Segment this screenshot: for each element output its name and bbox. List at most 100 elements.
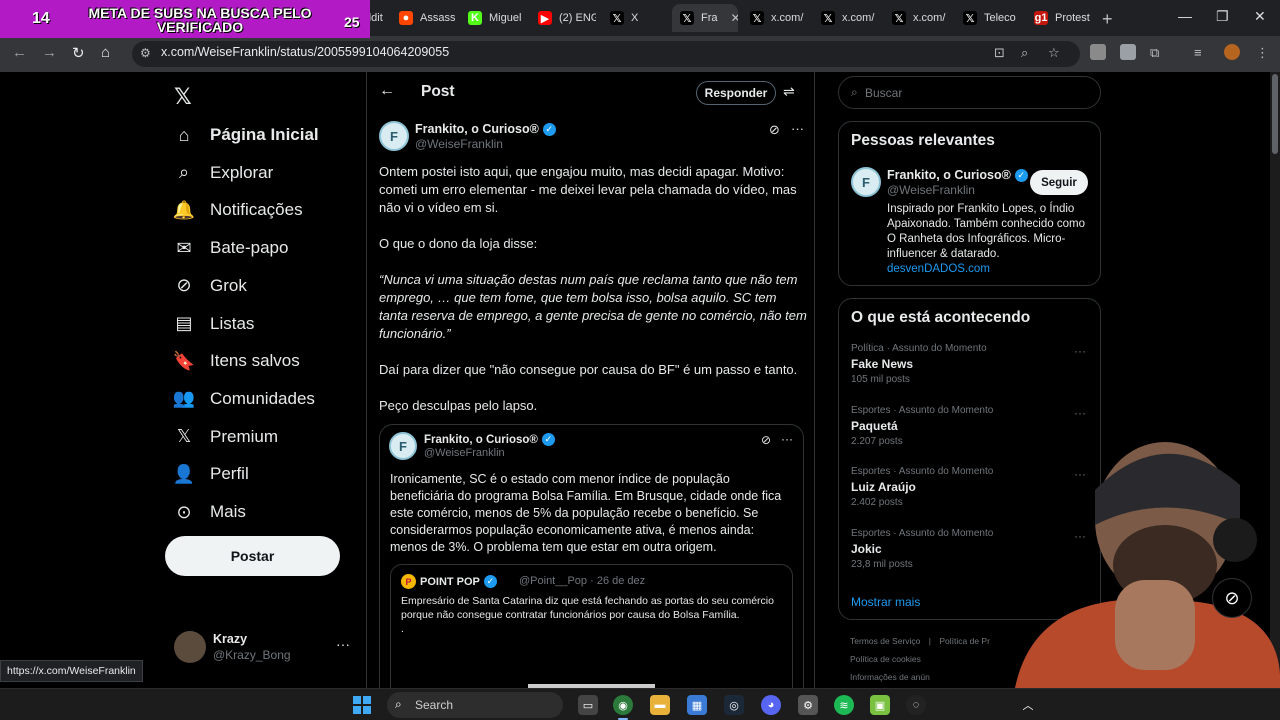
scrollbar-thumb[interactable] — [1272, 74, 1278, 154]
nav-item[interactable]: ▤ Listas — [174, 309, 254, 339]
nav-item-label: Listas — [210, 313, 255, 333]
browser-tab[interactable]: 𝕏x.com/ — [884, 4, 950, 32]
more-icon[interactable]: ··· — [1074, 406, 1086, 420]
relevant-name-text: Frankito, o Curioso® — [887, 168, 1011, 182]
grok-icon[interactable]: ⊘ — [761, 433, 771, 447]
search-icon: ⌕ — [178, 162, 190, 183]
author-name[interactable]: Frankito, o Curioso® ✓ — [415, 122, 556, 136]
tray-chevron-icon[interactable]: ︿ — [1018, 695, 1038, 715]
nav-item[interactable]: ⊙ Mais — [174, 497, 245, 527]
relevant-handle[interactable]: @WeiseFranklin — [887, 183, 975, 197]
home-icon: ⌂ — [178, 124, 190, 145]
browser-tab[interactable]: g1 Protest — [1026, 4, 1096, 32]
tune-icon[interactable]: ⇌ — [783, 83, 795, 100]
install-app-icon[interactable]: ⊡ — [994, 45, 1005, 61]
browser-tab[interactable]: K Miguel — [460, 4, 525, 32]
app-icon[interactable]: ◌ — [906, 695, 926, 715]
search-input[interactable]: ⌕ Buscar — [838, 76, 1101, 109]
verified-badge-icon: ✓ — [541, 433, 555, 446]
taskbar-search[interactable]: ⌕ Search — [387, 692, 563, 718]
more-icon[interactable]: ··· — [791, 121, 804, 136]
profile-icon: 👤 — [172, 463, 196, 484]
task-view-icon[interactable]: ▭ — [578, 695, 598, 715]
more-icon[interactable]: ··· — [781, 432, 793, 446]
home-browser-icon[interactable]: ⌂ — [101, 44, 110, 61]
follow-button[interactable]: Seguir — [1030, 170, 1088, 195]
footer-link[interactable]: Informações de anún — [850, 672, 930, 682]
tab-label: Miguel — [489, 12, 522, 24]
notepad-icon[interactable]: ▣ — [870, 695, 890, 715]
extensions-puzzle-icon[interactable]: ⧉ — [1150, 45, 1159, 61]
nav-item[interactable]: ✉ Bate-papo — [174, 233, 288, 263]
footer-link[interactable]: Política de cookies — [850, 654, 921, 664]
nav-item[interactable]: 🔔 Notificações — [173, 195, 303, 225]
extension-icon[interactable] — [1120, 44, 1136, 60]
chrome-icon[interactable]: ◉ — [613, 695, 633, 715]
forward-icon[interactable]: → — [42, 44, 57, 61]
steam-icon[interactable]: ◎ — [724, 695, 744, 715]
discord-icon[interactable]: ◕ — [761, 695, 781, 715]
x-logo-icon[interactable]: 𝕏 — [174, 84, 192, 110]
account-switcher[interactable]: Krazy @Krazy_Bong ··· — [174, 630, 354, 664]
bookmark-star-icon[interactable]: ☆ — [1048, 45, 1060, 61]
zoom-icon[interactable]: ⌕ — [1021, 45, 1028, 61]
reading-list-icon[interactable]: ≡ — [1194, 45, 1202, 60]
address-url[interactable]: x.com/WeiseFranklin/status/2005599104064… — [161, 45, 449, 59]
browser-tab[interactable]: ▶ (2) ENG — [530, 4, 596, 32]
footer-link[interactable]: Política de Pr — [939, 636, 990, 646]
spotify-icon[interactable]: ≋ — [834, 695, 854, 715]
nav-item-label: Premium — [210, 426, 279, 446]
nav-item[interactable]: 👥 Comunidades — [173, 384, 315, 414]
browser-tab[interactable]: ● Assassi — [391, 4, 455, 32]
relevant-bio-link[interactable]: desvenDADOS.com — [887, 263, 990, 275]
trend-item[interactable]: Política · Assunto do Momento Fake News 10… — [851, 343, 1091, 385]
browser-tab[interactable]: 𝕏x.com/ — [813, 4, 879, 32]
show-more-link[interactable]: Mostrar mais — [851, 595, 920, 609]
nav-item[interactable]: ⊘ Grok — [174, 271, 246, 301]
author-handle[interactable]: @WeiseFranklin — [415, 137, 503, 151]
grok-icon[interactable]: ⊘ — [769, 122, 780, 138]
site-info-icon[interactable]: ⚙ — [140, 46, 151, 60]
nav-item[interactable]: 𝕏 Premium — [174, 422, 278, 452]
extension-icon[interactable] — [1090, 44, 1106, 60]
post-button[interactable]: Postar — [165, 536, 340, 576]
nav-item[interactable]: ⌂ Página Inicial — [174, 120, 319, 150]
mail-icon: ✉ — [176, 237, 192, 258]
reload-icon[interactable]: ↻ — [72, 44, 85, 62]
more-icon[interactable]: ··· — [336, 636, 350, 652]
profile-avatar-icon[interactable] — [1224, 44, 1240, 60]
nested-quoted-post[interactable]: P POINT POP ✓ @Point__Pop · 26 de dez Em… — [390, 564, 793, 688]
back-arrow-icon[interactable]: ← — [379, 82, 395, 100]
browser-tab[interactable]: 𝕏 Fra ✕ — [672, 4, 738, 32]
browser-menu-icon[interactable]: ⋮ — [1256, 45, 1269, 61]
reply-button[interactable]: Responder — [696, 81, 776, 105]
quoted-author-handle: @WeiseFranklin — [424, 447, 505, 459]
nav-item[interactable]: 🔖 Itens salvos — [172, 346, 300, 376]
grok-floating-icon[interactable]: ⊘ — [1212, 578, 1252, 618]
back-icon[interactable]: ← — [12, 44, 27, 61]
relevant-people-title: Pessoas relevantes — [851, 132, 995, 149]
quoted-post[interactable]: F Frankito, o Curioso® ✓ @WeiseFranklin … — [379, 424, 804, 688]
relevant-avatar[interactable]: F — [851, 167, 881, 197]
minimize-icon[interactable]: — — [1178, 8, 1192, 24]
post-paragraph: Peço desculpas pelo lapso. — [379, 398, 538, 413]
bookmark-icon: 🔖 — [172, 350, 196, 371]
store-icon[interactable]: ▦ — [687, 695, 707, 715]
nav-item[interactable]: 👤 Perfil — [172, 459, 249, 489]
windows-start-icon[interactable] — [353, 696, 371, 714]
browser-tab[interactable]: 𝕏X — [602, 4, 666, 32]
nav-item[interactable]: ⌕ Explorar — [174, 158, 273, 188]
browser-tab[interactable]: 𝕏x.com/ — [742, 4, 808, 32]
close-tab-icon[interactable]: ✕ — [731, 11, 739, 25]
file-explorer-icon[interactable]: ▬ — [650, 695, 670, 715]
settings-icon[interactable]: ⚙ — [798, 695, 818, 715]
maximize-icon[interactable]: ❐ — [1216, 8, 1229, 25]
close-window-icon[interactable]: ✕ — [1254, 8, 1266, 25]
more-icon[interactable]: ··· — [1074, 344, 1086, 358]
author-avatar[interactable]: F — [379, 121, 409, 151]
nested-author-meta: @Point__Pop · 26 de dez — [519, 575, 646, 587]
footer-link[interactable]: Termos de Serviço — [850, 636, 920, 646]
relevant-name[interactable]: Frankito, o Curioso® ✓ — [887, 168, 1028, 182]
browser-tab[interactable]: 𝕏 Teleco — [955, 4, 1021, 32]
new-tab-button[interactable]: + — [1102, 9, 1113, 30]
